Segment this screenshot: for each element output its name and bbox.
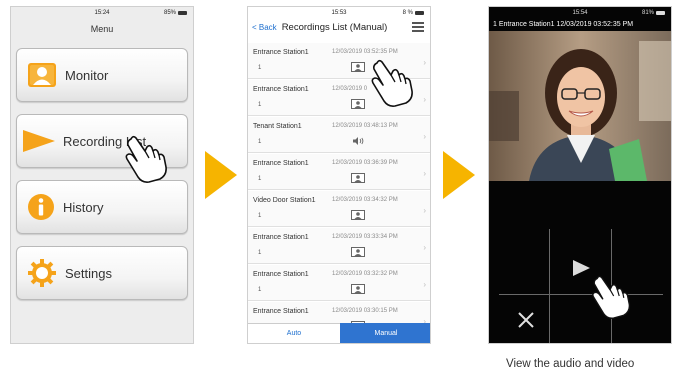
hamburger-menu-icon[interactable] [412,22,424,34]
history-button[interactable]: History [16,180,188,234]
video-recording-icon [351,99,365,109]
chevron-right-icon: › [423,95,426,104]
list-item[interactable]: Video Door Station1 12/03/2019 03:34:32 … [248,191,430,227]
back-button[interactable]: < Back [252,23,277,32]
tab-manual[interactable]: Manual [340,323,430,343]
video-caption: 1 Entrance Station1 12/03/2019 03:52:35 … [493,21,634,28]
battery-icon [656,11,665,15]
play-triangle-icon [23,130,55,152]
video-recording-icon [351,284,365,294]
page-title: Recordings List (Manual) [281,21,388,33]
battery-indicator: 8 % [403,10,424,16]
chevron-right-icon: › [423,206,426,215]
settings-label: Settings [65,265,112,281]
video-recording-icon [351,210,365,220]
tab-bar: Auto Manual [248,323,430,343]
list-item[interactable]: Entrance Station1 12/03/2019 03:32:32 PM… [248,265,430,301]
list-item[interactable]: Entrance Station1 12/03/2019 03:33:34 PM… [248,228,430,264]
step-arrow-2 [443,151,475,199]
settings-button[interactable]: Settings [16,246,188,300]
chevron-right-icon: › [423,280,426,289]
recordings-list-phone-screen: 15:53 8 % < Back Recordings List (Manual… [247,6,431,344]
battery-icon [415,11,424,15]
video-recording-icon [351,247,365,257]
recorded-video-frame [489,31,671,181]
nav-bar: < Back Recordings List (Manual) [248,19,430,35]
playback-phone-screen: 15:54 81% 1 Entrance Station1 12/03/2019… [488,6,672,344]
monitor-button[interactable]: Monitor [16,48,188,102]
video-recording-icon [351,173,365,183]
menu-header: Menu [90,24,114,34]
audio-recording-icon [353,137,364,145]
history-label: History [63,199,104,215]
video-recording-icon [351,62,365,72]
monitor-label: Monitor [65,67,109,83]
visitor-video-image [489,31,671,181]
pointing-hand-icon [125,135,167,183]
battery-indicator: 81% [642,10,665,16]
control-divider [549,229,550,343]
info-icon [28,194,54,220]
control-divider [499,294,663,295]
menu-phone-screen: 15:24 85% Menu Monitor Recording List Hi… [10,6,194,344]
step-arrow-1 [205,151,237,199]
pointing-hand-icon [371,59,413,107]
list-item[interactable]: Entrance Station1 12/03/2019 03:36:39 PM… [248,154,430,190]
close-icon[interactable] [517,311,535,329]
chevron-right-icon: › [423,132,426,141]
list-item[interactable]: Tenant Station1 12/03/2019 03:48:13 PM 1… [248,117,430,153]
step-caption: View the audio and video [506,358,635,370]
status-bar: 15:24 85% [11,7,193,19]
battery-indicator: 85% [164,10,187,16]
chevron-right-icon: › [423,243,426,252]
status-bar: 15:53 8 % [248,7,430,19]
pointing-hand-icon [592,275,631,319]
battery-icon [178,11,187,15]
chevron-right-icon: › [423,58,426,67]
chevron-right-icon: › [423,169,426,178]
tab-auto[interactable]: Auto [248,323,340,343]
status-bar: 15:54 81% [489,7,671,19]
gear-icon [28,259,56,287]
person-camera-icon [28,63,56,87]
